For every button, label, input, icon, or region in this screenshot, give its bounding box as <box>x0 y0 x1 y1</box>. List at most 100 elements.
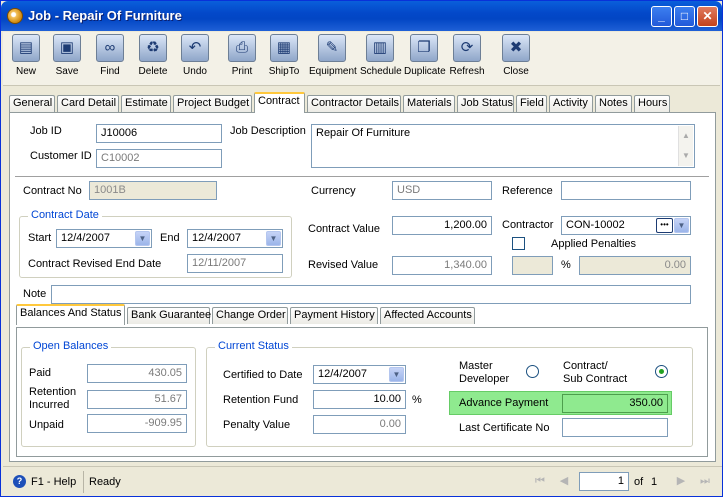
title-bar[interactable]: Job - Repair Of Furniture _ □ ✕ <box>1 1 722 31</box>
chevron-down-icon[interactable]: ▼ <box>389 367 404 382</box>
contract-sub-label-1: Contract/ <box>563 360 608 372</box>
current-status-title: Current Status <box>215 340 292 352</box>
maximize-button[interactable]: □ <box>674 6 695 27</box>
new-button[interactable]: ▤ New <box>9 34 43 84</box>
tab-project-budget[interactable]: Project Budget <box>173 95 252 112</box>
contractor-picker[interactable]: CON-10002 ••• ▼ <box>561 216 691 235</box>
help-label[interactable]: F1 - Help <box>31 476 76 488</box>
tab-job-status[interactable]: Job Status <box>457 95 514 112</box>
previous-page-icon[interactable]: ◀ <box>554 472 574 490</box>
chevron-down-icon[interactable]: ▼ <box>266 231 281 246</box>
contract-value-field[interactable]: 1,200.00 <box>392 216 492 235</box>
undo-button[interactable]: ↶ Undo <box>178 34 212 84</box>
subtab-affected-accounts[interactable]: Affected Accounts <box>380 307 475 324</box>
retention-label-2: Incurred <box>29 399 70 411</box>
equipment-button[interactable]: ✎ Equipment <box>309 34 357 84</box>
page-number-input[interactable]: 1 <box>579 472 629 491</box>
retention-label-1: Retention <box>29 386 77 398</box>
paid-field[interactable]: 430.05 <box>87 364 187 383</box>
minimize-button[interactable]: _ <box>651 6 672 27</box>
shipto-button[interactable]: ▦ ShipTo <box>265 34 303 84</box>
help-icon[interactable]: ? <box>13 475 26 488</box>
chevron-down-icon[interactable]: ▼ <box>135 231 150 246</box>
contract-sub-label-2: Sub Contract <box>563 373 628 385</box>
end-date-picker[interactable]: 12/4/2007 ▼ <box>187 229 283 248</box>
master-developer-radio[interactable] <box>526 365 539 378</box>
start-date-picker[interactable]: 12/4/2007 ▼ <box>56 229 152 248</box>
tab-activity[interactable]: Activity <box>549 95 593 112</box>
certified-date-picker[interactable]: 12/4/2007 ▼ <box>313 365 406 384</box>
find-button[interactable]: ∞ Find <box>93 34 127 84</box>
revised-value-field[interactable]: 1,340.00 <box>392 256 492 275</box>
ellipsis-icon[interactable]: ••• <box>656 218 673 233</box>
close-window-button[interactable]: ✕ <box>697 6 718 27</box>
tab-field[interactable]: Field <box>516 95 547 112</box>
tab-notes[interactable]: Notes <box>595 95 632 112</box>
advance-payment-field[interactable]: 350.00 <box>562 394 668 413</box>
note-label: Note <box>23 288 47 300</box>
retention-fund-label: Retention Fund <box>223 394 299 406</box>
schedule-button[interactable]: ▥ Schedule <box>360 34 402 84</box>
contract-no-field[interactable]: 1001B <box>89 181 217 200</box>
applied-penalties-checkbox[interactable] <box>512 237 525 250</box>
retention-fund-field[interactable]: 10.00 <box>313 390 406 409</box>
revised-value-label: Revised Value <box>308 259 379 271</box>
subtab-balances-and-status[interactable]: Balances And Status <box>16 304 125 325</box>
retention-incurred-field[interactable]: 51.67 <box>87 390 187 409</box>
penalty-value-field[interactable]: 0.00 <box>579 256 691 275</box>
first-page-icon[interactable]: ⏮ <box>530 472 550 490</box>
tab-hours[interactable]: Hours <box>634 95 670 112</box>
status-penalty-value-field[interactable]: 0.00 <box>313 415 406 434</box>
duplicate-button[interactable]: ❐ Duplicate <box>404 34 446 84</box>
paid-label: Paid <box>29 367 52 379</box>
print-button[interactable]: ⎙ Print <box>225 34 259 84</box>
tab-materials[interactable]: Materials <box>403 95 455 112</box>
note-field[interactable] <box>51 285 691 304</box>
printer-icon: ⎙ <box>228 34 256 62</box>
subtab-payment-history[interactable]: Payment History <box>290 307 378 324</box>
tab-estimate[interactable]: Estimate <box>121 95 171 112</box>
contract-sub-contract-radio[interactable] <box>655 365 668 378</box>
retention-percent-label: % <box>412 394 422 406</box>
refresh-icon: ⟳ <box>453 34 481 62</box>
status-bar: ? F1 - Help Ready ⏮ ◀ 1 of 1 ▶ ⏭ <box>3 466 722 496</box>
of-label: of <box>634 476 644 488</box>
subtab-change-order[interactable]: Change Order <box>212 307 288 324</box>
close-window-icon: ✖ <box>502 34 530 62</box>
close-button[interactable]: ✖ Close <box>499 34 533 84</box>
hand-truck-icon: ▦ <box>270 34 298 62</box>
app-icon <box>7 8 23 24</box>
chevron-down-icon[interactable]: ▼ <box>674 218 689 233</box>
certified-date-value: 12/4/2007 <box>318 368 367 380</box>
undo-arrow-icon: ↶ <box>181 34 209 62</box>
refresh-button[interactable]: ⟳ Refresh <box>449 34 485 84</box>
tab-card-detail[interactable]: Card Detail <box>57 95 119 112</box>
save-button[interactable]: ▣ Save <box>50 34 84 84</box>
job-description-field[interactable]: Repair Of Furniture ▲ ▼ <box>311 124 695 168</box>
contractor-label: Contractor <box>502 219 554 231</box>
calendar-gear-icon: ▥ <box>366 34 394 62</box>
last-certificate-field[interactable] <box>562 418 668 437</box>
last-page-icon[interactable]: ⏭ <box>695 472 715 490</box>
next-page-icon[interactable]: ▶ <box>671 472 691 490</box>
tab-contractor-details[interactable]: Contractor Details <box>307 95 401 112</box>
tab-general[interactable]: General <box>9 95 55 112</box>
tab-contract[interactable]: Contract <box>254 92 305 113</box>
reference-label: Reference <box>502 185 553 197</box>
revised-end-field[interactable]: 12/11/2007 <box>187 254 283 273</box>
reference-field[interactable] <box>561 181 691 200</box>
customer-id-field[interactable]: C10002 <box>96 149 222 168</box>
currency-field[interactable]: USD <box>392 181 492 200</box>
contract-date-title: Contract Date <box>28 209 102 221</box>
unpaid-label: Unpaid <box>29 419 64 431</box>
total-pages: 1 <box>651 476 658 488</box>
description-scrollbar[interactable]: ▲ ▼ <box>678 126 693 166</box>
toolbar: ▤ New ▣ Save ∞ Find ♻ Delete ↶ Undo ⎙ Print ▦ S… <box>3 32 720 86</box>
new-document-icon: ▤ <box>12 34 40 62</box>
delete-button[interactable]: ♻ Delete <box>135 34 171 84</box>
job-id-field[interactable]: J10006 <box>96 124 222 143</box>
unpaid-field[interactable]: -909.95 <box>87 414 187 433</box>
penalty-percent-field[interactable] <box>512 256 553 275</box>
subtab-bank-guarantee[interactable]: Bank Guarantee <box>127 307 211 324</box>
job-window: Job - Repair Of Furniture _ □ ✕ ▤ New ▣ Sa… <box>0 0 723 497</box>
